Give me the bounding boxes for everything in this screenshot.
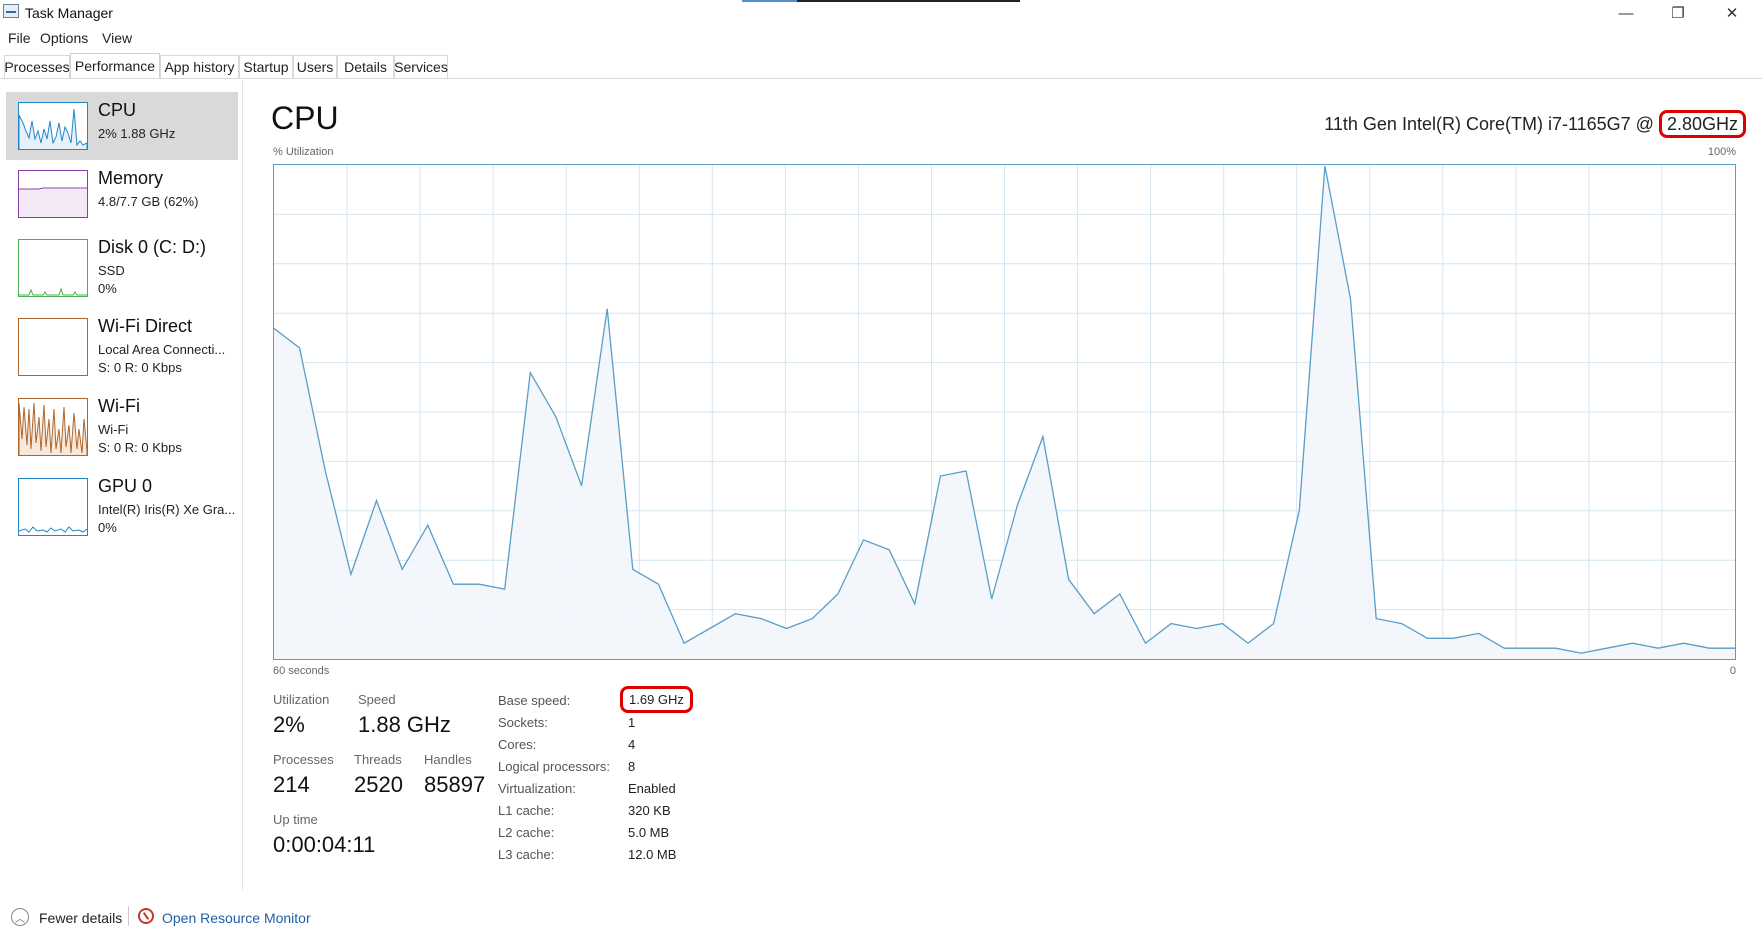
cpu-model-prefix: 11th Gen Intel(R) Core(TM) i7-1165G7 @ — [1324, 114, 1659, 134]
sidebar-item-name: Disk 0 (C: D:) — [98, 237, 206, 257]
wifi-direct-thumbnail — [18, 318, 88, 376]
sidebar-item-name: Wi-Fi Direct — [98, 316, 192, 336]
sidebar-item-name: CPU — [98, 100, 137, 120]
gpu-thumbnail — [18, 478, 88, 536]
menu-options[interactable]: Options — [40, 30, 88, 46]
graph-time-label: 60 seconds — [273, 665, 330, 677]
sidebar-item-wifi-direct[interactable]: Wi-Fi Direct Local Area Connecti... S: 0… — [6, 308, 238, 376]
processes-label: Processes — [273, 752, 334, 767]
sidebar-item-detail: 2% 1.88 GHz — [98, 126, 176, 141]
sidebar-divider — [242, 80, 243, 890]
window-title: Task Manager — [25, 5, 113, 21]
sidebar-item-detail: Wi-Fi — [98, 422, 129, 437]
page-title: CPU — [271, 100, 339, 136]
cpu-utilization-graph — [273, 164, 1736, 660]
sidebar-item-detail: Intel(R) Iris(R) Xe Gra... — [98, 502, 236, 517]
cpu-thumbnail — [18, 102, 88, 150]
spec-l2-cache-label: L2 cache: — [498, 825, 555, 840]
menu-file[interactable]: File — [8, 30, 31, 46]
utilization-value: 2% — [273, 712, 305, 737]
title-bar — [0, 0, 1762, 26]
tab-services[interactable]: Services — [394, 55, 448, 78]
spec-virtualization-label: Virtualization: — [498, 781, 576, 796]
graph-y-min: 0 — [1729, 665, 1736, 677]
uptime-label: Up time — [273, 812, 318, 827]
menu-view[interactable]: View — [102, 30, 132, 46]
processes-value: 214 — [273, 772, 310, 797]
sidebar-item-wifi[interactable]: Wi-Fi Wi-Fi S: 0 R: 0 Kbps — [6, 388, 238, 456]
uptime-value: 0:00:04:11 — [273, 832, 376, 857]
spec-sockets-value: 1 — [628, 715, 636, 730]
sidebar-item-name: Memory — [98, 168, 164, 188]
sidebar-item-detail: Local Area Connecti... — [98, 342, 226, 357]
tab-users[interactable]: Users — [293, 55, 337, 78]
handles-label: Handles — [424, 752, 472, 767]
footer-divider — [128, 906, 129, 926]
chevron-up-icon[interactable]: ︿ — [11, 908, 29, 926]
tab-details[interactable]: Details — [337, 55, 394, 78]
spec-cores-label: Cores: — [498, 737, 537, 752]
threads-label: Threads — [354, 752, 402, 767]
spec-l3-cache-value: 12.0 MB — [628, 847, 677, 862]
minimize-button[interactable]: — — [1600, 0, 1652, 26]
sidebar-item-detail-2: S: 0 R: 0 Kbps — [98, 360, 182, 375]
tab-app-history[interactable]: App history — [160, 55, 239, 78]
restore-button[interactable]: ❐ — [1652, 0, 1704, 26]
sidebar-item-name: Wi-Fi — [98, 396, 140, 416]
sidebar-item-memory[interactable]: Memory 4.8/7.7 GB (62%) — [6, 160, 238, 228]
graph-y-max: 100% — [1707, 146, 1736, 158]
tab-processes[interactable]: Processes — [4, 55, 70, 78]
sidebar-item-detail-2: 0% — [98, 281, 117, 296]
fewer-details-link[interactable]: Fewer details — [39, 910, 122, 926]
spec-logical-processors-label: Logical processors: — [498, 759, 610, 774]
close-button[interactable]: ✕ — [1706, 0, 1758, 26]
sidebar-item-disk[interactable]: Disk 0 (C: D:) SSD 0% — [6, 229, 238, 297]
memory-thumbnail — [18, 170, 88, 218]
sidebar-item-name: GPU 0 — [98, 476, 153, 496]
sidebar-item-detail-2: 0% — [98, 520, 117, 535]
sidebar-item-gpu[interactable]: GPU 0 Intel(R) Iris(R) Xe Gra... 0% — [6, 468, 238, 536]
task-manager-icon — [3, 4, 19, 18]
spec-base-speed-value: 1.69 GHz — [620, 686, 693, 713]
speed-value: 1.88 GHz — [358, 712, 451, 737]
spec-l2-cache-value: 5.0 MB — [628, 825, 670, 840]
sidebar-item-detail: 4.8/7.7 GB (62%) — [98, 194, 199, 209]
sidebar-item-detail-2: S: 0 R: 0 Kbps — [98, 440, 182, 455]
sidebar-item-detail: SSD — [98, 263, 125, 278]
disk-thumbnail — [18, 239, 88, 297]
speed-label: Speed — [358, 692, 396, 707]
handles-value: 85897 — [424, 772, 486, 797]
resource-monitor-icon[interactable] — [138, 908, 154, 924]
graph-y-label: % Utilization — [273, 146, 334, 158]
open-resource-monitor-link[interactable]: Open Resource Monitor — [162, 910, 311, 926]
spec-cores-value: 4 — [628, 737, 636, 752]
title-accent-blue — [742, 0, 797, 2]
wifi-thumbnail — [18, 398, 88, 456]
spec-virtualization-value: Enabled — [628, 781, 676, 796]
spec-l3-cache-label: L3 cache: — [498, 847, 555, 862]
cpu-model-speed-highlight: 2.80GHz — [1658, 110, 1746, 138]
spec-logical-processors-value: 8 — [628, 759, 636, 774]
tab-performance[interactable]: Performance — [70, 53, 160, 78]
spec-l1-cache-label: L1 cache: — [498, 803, 555, 818]
spec-base-speed-label: Base speed: — [498, 693, 571, 708]
spec-sockets-label: Sockets: — [498, 715, 548, 730]
spec-l1-cache-value: 320 KB — [628, 803, 671, 818]
cpu-model-name: 11th Gen Intel(R) Core(TM) i7-1165G7 @ 2… — [1324, 110, 1746, 138]
threads-value: 2520 — [354, 772, 403, 797]
utilization-label: Utilization — [273, 692, 330, 707]
sidebar-item-cpu[interactable]: CPU 2% 1.88 GHz — [6, 92, 238, 160]
tab-startup[interactable]: Startup — [239, 55, 293, 78]
graph-svg — [273, 165, 1735, 659]
